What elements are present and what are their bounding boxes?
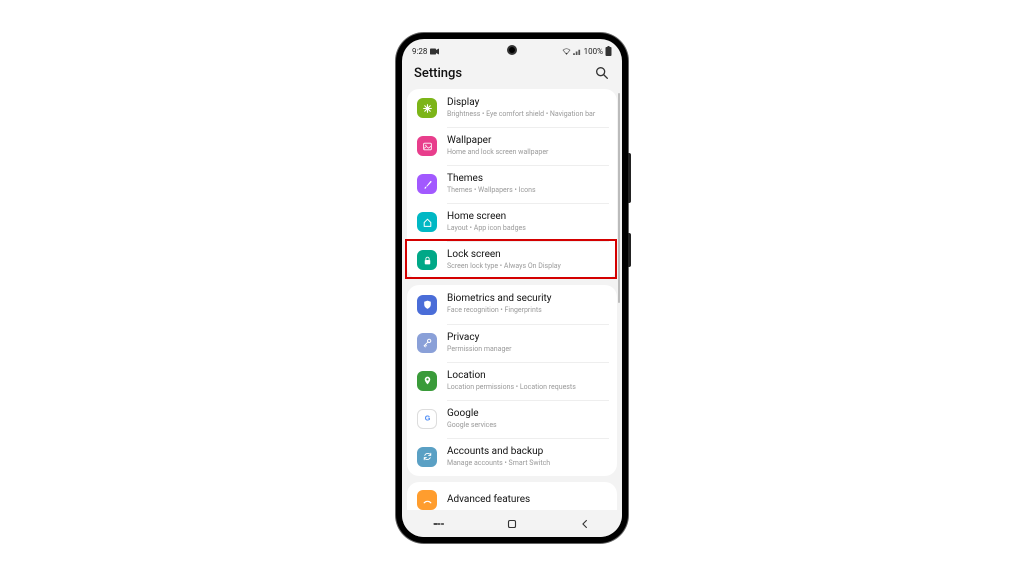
settings-group: DisplayBrightness • Eye comfort shield •… <box>407 89 617 279</box>
settings-item-text: GoogleGoogle services <box>447 408 607 430</box>
settings-item-subtitle: Permission manager <box>447 345 607 354</box>
back-button[interactable] <box>549 511 622 537</box>
settings-header: Settings <box>402 61 622 89</box>
settings-item-text: ThemesThemes • Wallpapers • Icons <box>447 173 607 195</box>
settings-item-title: Privacy <box>447 332 607 344</box>
settings-item-title: Display <box>447 97 607 109</box>
display-icon <box>417 98 437 118</box>
settings-item-subtitle: Screen lock type • Always On Display <box>447 262 607 271</box>
settings-item-subtitle: Brightness • Eye comfort shield • Naviga… <box>447 110 607 119</box>
volume-button <box>628 153 631 203</box>
settings-item-homescreen[interactable]: Home screenLayout • App icon badges <box>407 203 617 241</box>
recents-button[interactable] <box>402 511 475 537</box>
settings-item-wallpaper[interactable]: WallpaperHome and lock screen wallpaper <box>407 127 617 165</box>
settings-item-subtitle: Home and lock screen wallpaper <box>447 148 607 157</box>
themes-icon <box>417 174 437 194</box>
recents-icon <box>432 517 446 531</box>
settings-item-subtitle: Face recognition • Fingerprints <box>447 306 607 315</box>
settings-item-subtitle: Google services <box>447 421 607 430</box>
privacy-icon <box>417 333 437 353</box>
settings-item-subtitle: Themes • Wallpapers • Icons <box>447 186 607 195</box>
back-icon <box>578 517 592 531</box>
settings-item-title: Home screen <box>447 211 607 223</box>
settings-item-advanced[interactable]: Advanced features <box>407 482 617 510</box>
settings-item-text: Biometrics and securityFace recognition … <box>447 293 607 315</box>
settings-item-display[interactable]: DisplayBrightness • Eye comfort shield •… <box>407 89 617 127</box>
settings-item-privacy[interactable]: PrivacyPermission manager <box>407 324 617 362</box>
settings-item-text: LocationLocation permissions • Location … <box>447 370 607 392</box>
advanced-icon <box>417 490 437 510</box>
signal-icon <box>573 48 582 55</box>
settings-item-title: Advanced features <box>447 494 607 506</box>
battery-icon <box>605 46 612 56</box>
settings-item-title: Wallpaper <box>447 135 607 147</box>
settings-item-biometrics[interactable]: Biometrics and securityFace recognition … <box>407 285 617 323</box>
lockscreen-icon <box>417 250 437 270</box>
settings-item-google[interactable]: G GoogleGoogle services <box>407 400 617 438</box>
settings-item-location[interactable]: LocationLocation permissions • Location … <box>407 362 617 400</box>
settings-item-text: Home screenLayout • App icon badges <box>447 211 607 233</box>
settings-item-title: Google <box>447 408 607 420</box>
settings-item-accounts[interactable]: Accounts and backupManage accounts • Sma… <box>407 438 617 476</box>
home-nav-icon <box>505 517 519 531</box>
google-icon: G <box>417 409 437 429</box>
settings-item-text: WallpaperHome and lock screen wallpaper <box>447 135 607 157</box>
accounts-icon <box>417 447 437 467</box>
settings-item-text: DisplayBrightness • Eye comfort shield •… <box>447 97 607 119</box>
settings-item-lockscreen[interactable]: Lock screenScreen lock type • Always On … <box>407 241 617 279</box>
settings-item-text: Advanced features <box>447 494 607 506</box>
power-button <box>628 233 631 267</box>
punch-hole-camera <box>507 45 517 55</box>
phone-frame: 9:28 100% Settings DisplayBrightness • E… <box>396 33 628 543</box>
settings-item-text: Lock screenScreen lock type • Always On … <box>447 249 607 271</box>
location-icon <box>417 371 437 391</box>
home-button[interactable] <box>475 511 548 537</box>
page-title: Settings <box>414 66 462 81</box>
scrollbar[interactable] <box>618 93 620 303</box>
navigation-bar <box>402 511 622 537</box>
biometrics-icon <box>417 295 437 315</box>
settings-item-title: Biometrics and security <box>447 293 607 305</box>
settings-item-text: Accounts and backupManage accounts • Sma… <box>447 446 607 468</box>
settings-item-subtitle: Location permissions • Location requests <box>447 383 607 392</box>
search-icon <box>594 65 610 81</box>
search-button[interactable] <box>594 65 610 81</box>
video-icon <box>430 48 439 55</box>
wifi-icon <box>562 48 571 55</box>
settings-item-title: Accounts and backup <box>447 446 607 458</box>
wallpaper-icon <box>417 136 437 156</box>
screen: 9:28 100% Settings DisplayBrightness • E… <box>402 39 622 537</box>
settings-item-title: Location <box>447 370 607 382</box>
settings-item-title: Lock screen <box>447 249 607 261</box>
svg-text:G: G <box>424 415 430 423</box>
battery-text: 100% <box>584 47 603 56</box>
settings-group: Biometrics and securityFace recognition … <box>407 285 617 475</box>
settings-item-subtitle: Manage accounts • Smart Switch <box>447 459 607 468</box>
settings-item-subtitle: Layout • App icon badges <box>447 224 607 233</box>
settings-item-text: PrivacyPermission manager <box>447 332 607 354</box>
settings-item-title: Themes <box>447 173 607 185</box>
status-time: 9:28 <box>412 47 427 56</box>
settings-list[interactable]: DisplayBrightness • Eye comfort shield •… <box>402 89 622 511</box>
settings-item-themes[interactable]: ThemesThemes • Wallpapers • Icons <box>407 165 617 203</box>
homescreen-icon <box>417 212 437 232</box>
